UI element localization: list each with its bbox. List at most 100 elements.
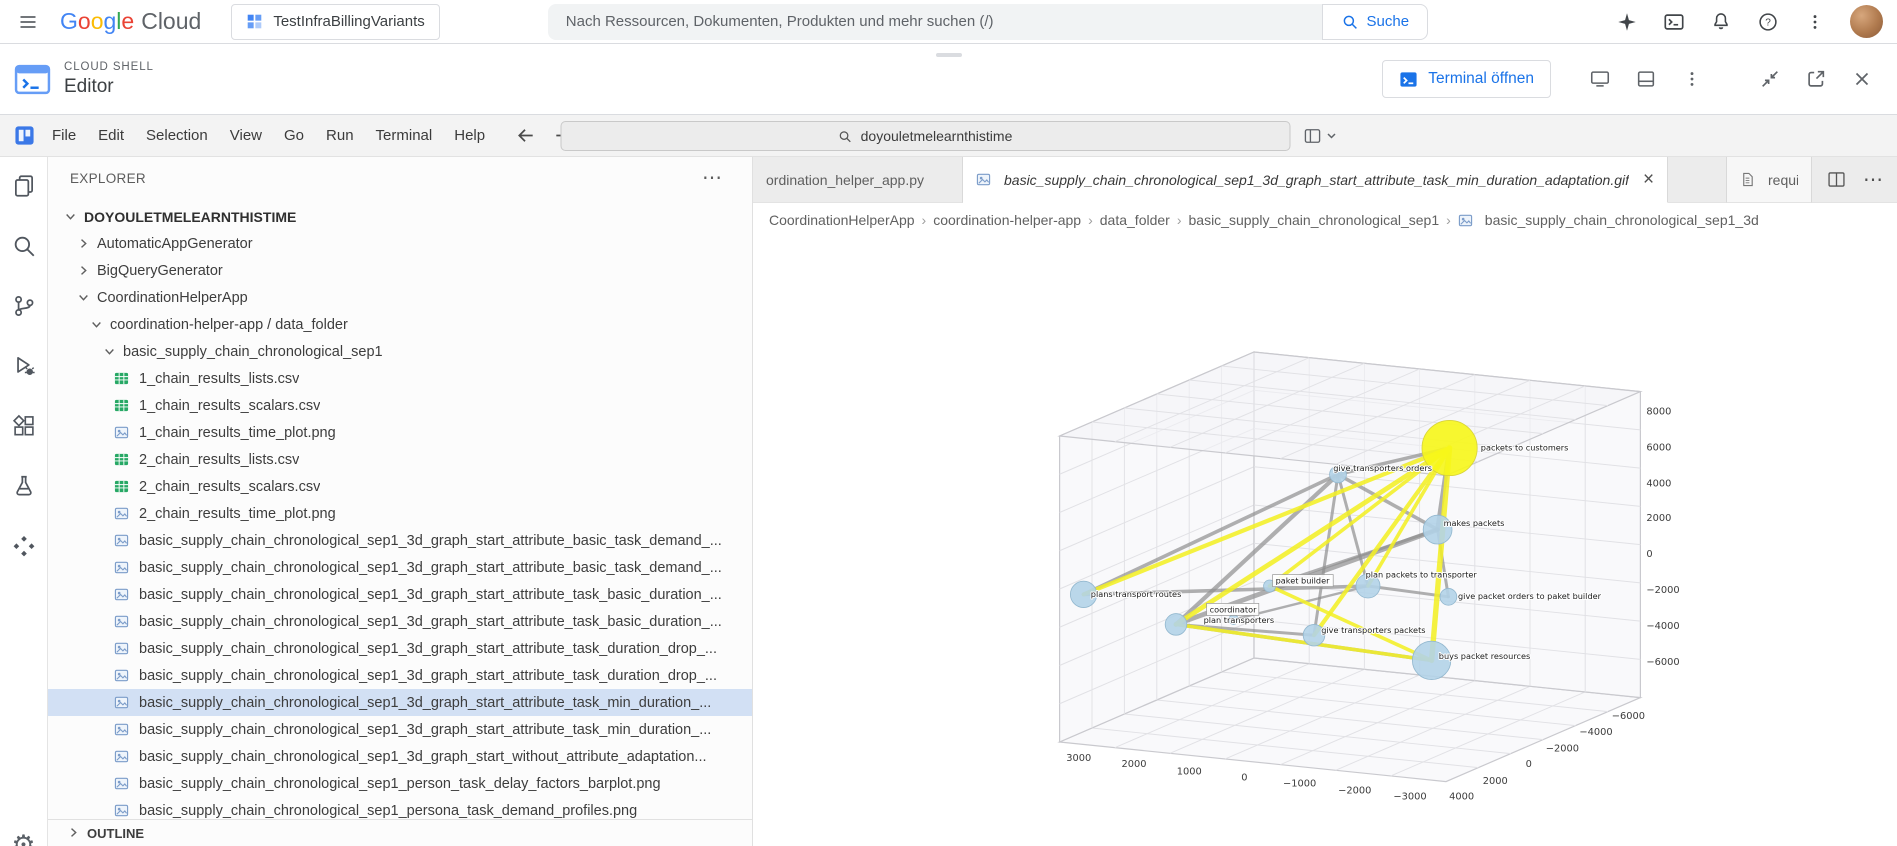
tree-file[interactable]: basic_supply_chain_chronological_sep1_3d… <box>48 527 752 554</box>
breadcrumb-item[interactable]: CoordinationHelperApp <box>769 212 915 228</box>
tab-close-icon[interactable]: × <box>1643 170 1654 189</box>
breadcrumb-item[interactable]: basic_supply_chain_chronological_sep1_3d <box>1485 212 1759 228</box>
file-name: 1_chain_results_scalars.csv <box>139 397 321 414</box>
shell-more-vert-icon[interactable] <box>1673 60 1711 98</box>
panel-drag-handle[interactable] <box>935 53 962 57</box>
avatar[interactable] <box>1850 5 1883 38</box>
run-debug-icon[interactable] <box>11 353 37 379</box>
tab-bar: ordination_helper_app.py basic_supply_ch… <box>753 157 1897 203</box>
project-icon <box>246 13 263 30</box>
svg-text:plans transport routes: plans transport routes <box>1091 589 1182 599</box>
outline-section[interactable]: OUTLINE <box>48 819 752 846</box>
menu-selection[interactable]: Selection <box>135 115 219 157</box>
svg-text:buys packet resources: buys packet resources <box>1439 651 1530 661</box>
svg-text:give transporters packets: give transporters packets <box>1321 625 1425 635</box>
tree-folder[interactable]: CoordinationHelperApp <box>48 284 752 311</box>
tree-file[interactable]: 2_chain_results_scalars.csv <box>48 473 752 500</box>
tree-file[interactable]: 2_chain_results_time_plot.png <box>48 500 752 527</box>
menu-go[interactable]: Go <box>273 115 315 157</box>
activate-cloud-shell-icon[interactable] <box>1654 2 1694 42</box>
tree-folder[interactable]: BigQueryGenerator <box>48 257 752 284</box>
image-file-icon <box>114 668 134 683</box>
tree-file[interactable]: 1_chain_results_scalars.csv <box>48 392 752 419</box>
breadcrumb: CoordinationHelperApp › coordination-helpe… <box>753 203 1897 237</box>
tree-file[interactable]: basic_supply_chain_chronological_sep1_3d… <box>48 716 752 743</box>
breadcrumb-item[interactable]: coordination-helper-app <box>933 212 1081 228</box>
tree-folder[interactable]: coordination-helper-app / data_folder <box>48 311 752 338</box>
open-in-new-icon[interactable] <box>1797 60 1835 98</box>
back-arrow-icon[interactable] <box>512 123 538 149</box>
file-name: coordination-helper-app / data_folder <box>110 316 348 333</box>
cloud-code-icon[interactable] <box>11 533 37 559</box>
tree-file[interactable]: basic_supply_chain_chronological_sep1_3d… <box>48 581 752 608</box>
cloud-shell-header: CLOUD SHELL Editor Terminal öffnen <box>0 44 1897 115</box>
tree-file[interactable]: basic_supply_chain_chronological_sep1_pe… <box>48 770 752 797</box>
tree-folder[interactable]: DOYOULETMELEARNTHISTIME <box>48 203 752 230</box>
editor-layout-button[interactable] <box>1302 126 1337 146</box>
tab-requirements[interactable]: requir <box>1726 157 1812 203</box>
tree-file[interactable]: basic_supply_chain_chronological_sep1_pe… <box>48 797 752 819</box>
hamburger-icon[interactable] <box>8 2 48 42</box>
notifications-bell-icon[interactable] <box>1701 2 1741 42</box>
more-vert-icon[interactable] <box>1795 2 1835 42</box>
chevron-right-icon[interactable] <box>75 238 92 249</box>
tree-folder[interactable]: basic_supply_chain_chronological_sep1 <box>48 338 752 365</box>
tree-file[interactable]: 1_chain_results_time_plot.png <box>48 419 752 446</box>
tree-file[interactable]: basic_supply_chain_chronological_sep1_3d… <box>48 689 752 716</box>
google-cloud-logo: Google Cloud <box>60 8 201 35</box>
tree-file[interactable]: basic_supply_chain_chronological_sep1_3d… <box>48 743 752 770</box>
collapse-icon[interactable] <box>1751 60 1789 98</box>
svg-text:packets to customers: packets to customers <box>1481 442 1569 452</box>
tree-file[interactable]: basic_supply_chain_chronological_sep1_3d… <box>48 608 752 635</box>
search-icon[interactable] <box>11 233 37 259</box>
tab-active-gif[interactable]: basic_supply_chain_chronological_sep1_3d… <box>963 157 1669 203</box>
split-editor-icon[interactable] <box>1826 169 1847 190</box>
image-file-icon <box>114 641 134 656</box>
explorer-files-icon[interactable] <box>11 173 37 199</box>
tab-coordination-helper-app[interactable]: ordination_helper_app.py <box>753 157 963 203</box>
chevron-down-icon[interactable] <box>101 346 118 357</box>
settings-gear-icon[interactable]: ⚙ <box>11 832 35 846</box>
file-name: basic_supply_chain_chronological_sep1_3d… <box>139 559 722 576</box>
workspace-search-value: doyouletmelearnthistime <box>860 128 1013 144</box>
chevron-down-icon[interactable] <box>75 292 92 303</box>
tree-file[interactable]: basic_supply_chain_chronological_sep1_3d… <box>48 554 752 581</box>
image-file-icon <box>114 533 134 548</box>
tree-file[interactable]: 2_chain_results_lists.csv <box>48 446 752 473</box>
web-preview-icon[interactable] <box>1581 60 1619 98</box>
toggle-panel-icon[interactable] <box>1627 60 1665 98</box>
menu-terminal[interactable]: Terminal <box>365 115 444 157</box>
help-icon[interactable]: ? <box>1748 2 1788 42</box>
extensions-icon[interactable] <box>11 413 37 439</box>
cloud-logo-text: Cloud <box>141 8 202 34</box>
image-file-icon <box>114 776 134 791</box>
source-control-icon[interactable] <box>11 293 37 319</box>
breadcrumb-item[interactable]: basic_supply_chain_chronological_sep1 <box>1189 212 1440 228</box>
menu-file[interactable]: File <box>41 115 87 157</box>
breadcrumb-separator: › <box>921 212 927 228</box>
image-file-icon <box>114 560 134 575</box>
outline-label: OUTLINE <box>87 825 145 841</box>
close-icon[interactable] <box>1843 60 1881 98</box>
svg-text:2000: 2000 <box>1483 776 1508 787</box>
test-flask-icon[interactable] <box>11 473 37 499</box>
menu-view[interactable]: View <box>219 115 273 157</box>
menu-help[interactable]: Help <box>443 115 496 157</box>
tree-folder[interactable]: AutomaticAppGenerator <box>48 230 752 257</box>
menu-edit[interactable]: Edit <box>87 115 135 157</box>
menu-run[interactable]: Run <box>315 115 365 157</box>
search-button[interactable]: Suche <box>1321 3 1428 40</box>
tree-file[interactable]: basic_supply_chain_chronological_sep1_3d… <box>48 635 752 662</box>
search-input[interactable] <box>547 3 1322 40</box>
breadcrumb-item[interactable]: data_folder <box>1100 212 1170 228</box>
chevron-down-icon[interactable] <box>88 319 105 330</box>
gemini-sparkle-icon[interactable] <box>1607 2 1647 42</box>
tree-file[interactable]: basic_supply_chain_chronological_sep1_3d… <box>48 662 752 689</box>
chevron-right-icon[interactable] <box>75 265 92 276</box>
workspace-search-input[interactable]: doyouletmelearnthistime <box>560 121 1290 151</box>
project-selector[interactable]: TestInfraBillingVariants <box>231 3 440 40</box>
chevron-down-icon[interactable] <box>62 211 79 222</box>
global-search-bar: Suche <box>547 3 1428 40</box>
open-terminal-button[interactable]: Terminal öffnen <box>1382 60 1551 98</box>
tree-file[interactable]: 1_chain_results_lists.csv <box>48 365 752 392</box>
